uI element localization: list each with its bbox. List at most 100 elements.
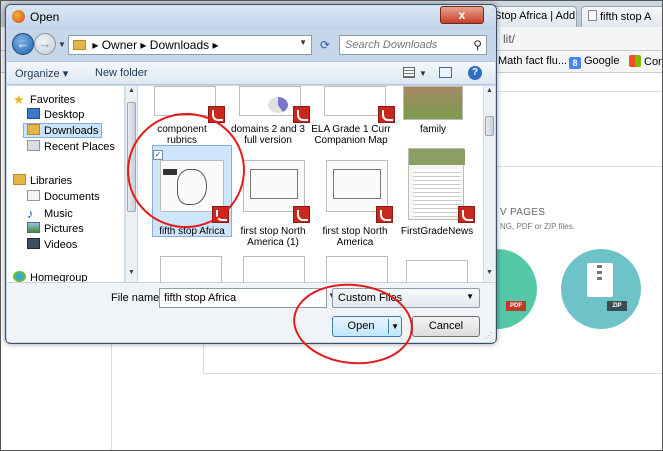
dialog-title: Open: [30, 10, 60, 24]
file-thumbnail[interactable]: [326, 160, 388, 212]
pdf-file-icon: [378, 106, 395, 123]
breadcrumb-separator[interactable]: ▸: [92, 38, 98, 52]
bookmark-math[interactable]: Math fact flu...: [498, 55, 567, 67]
upload-section-subtitle: NG, PDF or ZIP files.: [500, 222, 575, 231]
file-thumbnail[interactable]: [243, 160, 305, 212]
file-label: first stop North America (1): [240, 226, 306, 248]
zip-stripe: [597, 265, 602, 283]
file-label: first stop North America: [322, 226, 388, 248]
tab-label: Stop Africa | Add Pa: [494, 10, 576, 22]
file-item[interactable]: family: [393, 124, 473, 135]
browser-tab[interactable]: fifth stop A: [581, 6, 662, 27]
divider: [203, 373, 662, 374]
nav-label: Documents: [44, 191, 100, 203]
nav-label: Pictures: [44, 223, 84, 235]
help-icon[interactable]: ?: [468, 66, 482, 80]
nav-pictures[interactable]: Pictures: [27, 222, 84, 235]
file-name-label: File name:: [111, 292, 163, 304]
file-label: ELA Grade 1 Curr Companion Map: [311, 124, 391, 146]
bookmark-conne[interactable]: Conne: [629, 55, 662, 68]
scroll-up-icon[interactable]: ▲: [128, 87, 135, 94]
file-item[interactable]: domains 2 and 3 full version: [228, 124, 308, 146]
scroll-thumb[interactable]: [485, 116, 494, 136]
screenshot: Stop Africa | Add Pa× fifth stop A lit/ …: [0, 0, 663, 451]
nav-downloads[interactable]: Downloads: [23, 123, 103, 138]
google-icon: 8: [569, 57, 581, 69]
nav-homegroup[interactable]: Homegroup: [13, 271, 87, 282]
address-bar[interactable]: ▸ Owner ▸ Downloads ▸ ▼: [68, 35, 312, 55]
resize-grip-icon[interactable]: ⋰: [485, 331, 493, 340]
file-thumbnail[interactable]: [160, 256, 222, 282]
nav-music[interactable]: ♪ Music: [27, 206, 73, 221]
open-file-dialog: Open x ← → ▼ ▸ Owner ▸ Downloads ▸ ▼ ⟳ S…: [5, 4, 497, 344]
change-view-icon[interactable]: [403, 67, 415, 78]
nav-label: Homegroup: [30, 272, 88, 282]
cancel-button[interactable]: Cancel: [412, 316, 480, 337]
forward-arrow-icon[interactable]: →: [34, 33, 56, 55]
breadcrumb-separator[interactable]: ▸: [213, 38, 219, 52]
search-input[interactable]: Search Downloads ⚲: [339, 35, 487, 55]
scroll-down-icon[interactable]: ▼: [128, 269, 135, 276]
pdf-file-icon: [293, 206, 310, 223]
divider: [111, 344, 112, 450]
map-graphic: [250, 169, 298, 199]
search-icon: ⚲: [473, 38, 482, 52]
desktop-icon: [27, 108, 40, 119]
pdf-file-icon: [293, 106, 310, 123]
page-icon: [588, 10, 597, 21]
file-item[interactable]: first stop North America: [315, 226, 395, 248]
scroll-up-icon[interactable]: ▲: [486, 87, 493, 94]
refresh-icon[interactable]: ⟳: [314, 36, 336, 54]
address-dropdown-icon[interactable]: ▼: [299, 38, 307, 47]
file-thumbnail[interactable]: [239, 86, 301, 116]
chevron-down-icon: ▼: [466, 292, 474, 301]
recent-places-icon: [27, 140, 40, 151]
file-item[interactable]: ELA Grade 1 Curr Companion Map: [311, 124, 391, 146]
breadcrumb-downloads[interactable]: Downloads: [150, 38, 209, 52]
file-thumbnail[interactable]: [154, 86, 216, 116]
preview-pane-icon[interactable]: [439, 67, 452, 78]
file-item[interactable]: FirstGradeNews: [397, 226, 477, 237]
nav-favorites[interactable]: ★ Favorites: [13, 92, 75, 107]
zip-file-icon: [587, 263, 613, 297]
dialog-footer: File name: fifth stop Africa ▼ Custom Fi…: [7, 282, 495, 342]
homegroup-icon: [13, 271, 26, 282]
file-thumbnail[interactable]: [243, 256, 305, 282]
chrome-app-icon: [12, 10, 25, 23]
file-thumbnail[interactable]: [324, 86, 386, 116]
tab-label: fifth stop A: [600, 11, 652, 23]
family-photo-thumbnail[interactable]: [403, 86, 463, 120]
browser-tab-active[interactable]: Stop Africa | Add Pa×: [487, 6, 577, 27]
navigation-pane: ★ Favorites Desktop Downloads Recent Plac…: [7, 86, 125, 282]
file-item[interactable]: first stop North America (1): [233, 226, 313, 248]
new-folder-button[interactable]: New folder: [95, 67, 148, 79]
organize-menu[interactable]: Organize ▾: [15, 67, 68, 80]
bookmark-google[interactable]: 8 Google: [569, 55, 619, 69]
nav-label: Videos: [44, 239, 78, 251]
map-graphic: [333, 169, 381, 199]
dialog-nav-bar: ← → ▼ ▸ Owner ▸ Downloads ▸ ▼ ⟳ Search D…: [6, 31, 496, 59]
nav-videos[interactable]: Videos: [27, 238, 77, 251]
file-label: family: [419, 124, 447, 135]
breadcrumb-separator[interactable]: ▸: [140, 38, 146, 52]
back-arrow-icon[interactable]: ←: [12, 33, 34, 55]
nav-label: Desktop: [44, 109, 85, 121]
zip-tag: ZIP: [607, 301, 627, 311]
dialog-title-bar[interactable]: Open x: [6, 5, 496, 29]
divider: [497, 91, 662, 92]
nav-recent-places[interactable]: Recent Places: [27, 140, 115, 153]
file-list-scrollbar[interactable]: ▲ ▼: [483, 86, 495, 282]
nav-libraries[interactable]: Libraries: [13, 174, 72, 187]
newsletter-header: [409, 149, 465, 165]
recent-locations-dropdown-icon[interactable]: ▼: [58, 40, 66, 49]
divider: [497, 166, 662, 167]
close-button[interactable]: x: [440, 6, 484, 24]
file-thumbnail[interactable]: [406, 260, 468, 282]
newsletter-thumbnail[interactable]: [408, 148, 465, 220]
file-thumbnail[interactable]: [326, 256, 388, 282]
breadcrumb-owner[interactable]: Owner: [102, 38, 137, 52]
view-dropdown-icon[interactable]: ▼: [419, 69, 427, 78]
nav-documents[interactable]: Documents: [27, 190, 100, 203]
scroll-down-icon[interactable]: ▼: [486, 269, 493, 276]
nav-desktop[interactable]: Desktop: [27, 108, 84, 121]
